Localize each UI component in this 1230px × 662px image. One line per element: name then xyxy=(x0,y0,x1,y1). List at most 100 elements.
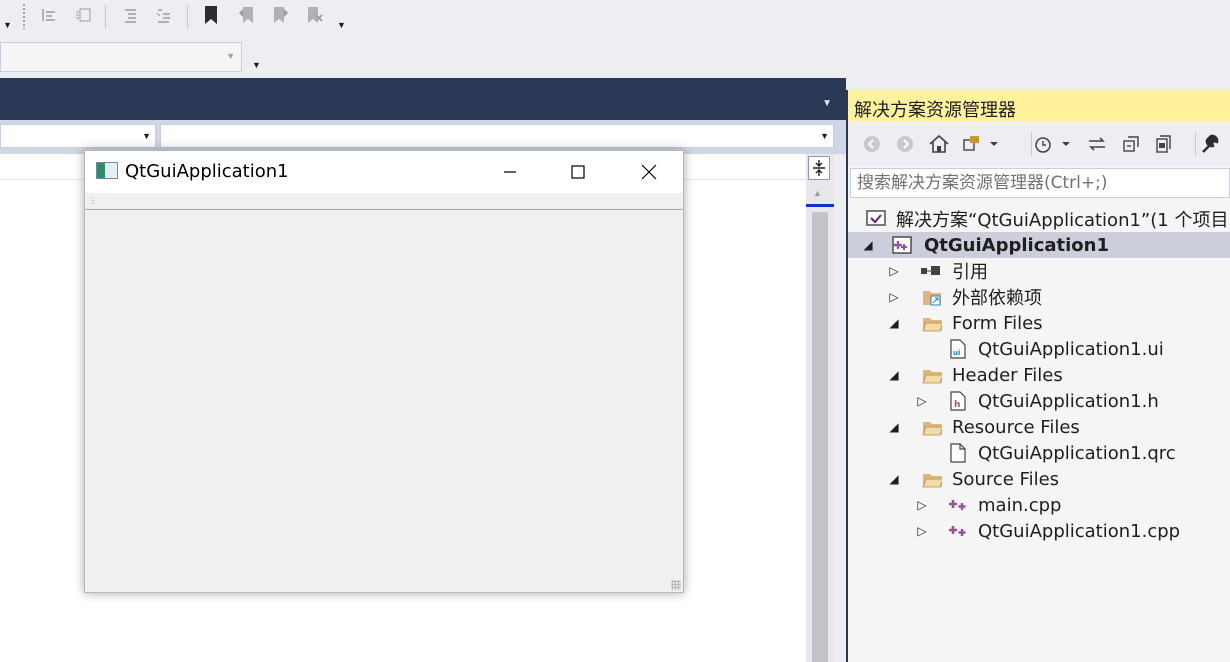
tree-item-label: Source Files xyxy=(952,468,1060,490)
qt-window-titlebar[interactable]: QtGuiApplication1 xyxy=(85,151,683,193)
scroll-up-icon[interactable]: ▲ xyxy=(813,188,822,198)
svg-text:h: h xyxy=(954,400,960,410)
tree-item-label: QtGuiApplication1.ui xyxy=(978,338,1164,360)
collapse-icon[interactable]: ◢ xyxy=(888,316,900,330)
expand-icon[interactable]: ▷ xyxy=(888,290,900,304)
tree-item-label: QtGuiApplication1.h xyxy=(978,390,1159,412)
tree-item-label: QtGuiApplication1.cpp xyxy=(978,520,1181,542)
member-combo[interactable]: ▼ xyxy=(160,124,834,148)
close-button[interactable] xyxy=(617,151,681,193)
header-file-icon: h xyxy=(948,391,968,411)
tree-item-solution[interactable]: 解决方案“QtGuiApplication1”(1 个项目) xyxy=(848,206,1230,232)
tree-item-form-files[interactable]: ◢ Form Files xyxy=(848,310,1230,336)
show-all-files-icon[interactable] xyxy=(1152,132,1176,156)
folder-icon xyxy=(922,366,942,384)
clear-bookmarks-icon[interactable] xyxy=(303,4,325,26)
home-icon[interactable] xyxy=(927,132,951,156)
tree-item-label: main.cpp xyxy=(978,494,1062,516)
editor-navigation-bar: ▼ ▼ xyxy=(0,120,846,154)
scroll-position-marker xyxy=(806,204,834,207)
chevron-down-icon: ▼ xyxy=(226,51,235,61)
chevron-down-icon: ▼ xyxy=(820,131,829,141)
panel-title: 解决方案资源管理器 xyxy=(854,100,1016,121)
folder-icon xyxy=(922,470,942,488)
qt-window-title: QtGuiApplication1 xyxy=(125,161,289,182)
external-deps-icon xyxy=(922,288,942,306)
collapse-icon[interactable]: ◢ xyxy=(888,368,900,382)
tree-item-label: Form Files xyxy=(952,312,1043,334)
tree-item-header-files[interactable]: ◢ Header Files xyxy=(848,362,1230,388)
next-bookmark-icon[interactable] xyxy=(269,4,291,26)
tree-item-references[interactable]: ▷ 引用 xyxy=(848,258,1230,284)
qt-app-window[interactable]: QtGuiApplication1 ⋮ xyxy=(84,150,684,593)
toolbar-handle-icon[interactable]: ⋮ xyxy=(89,196,97,205)
svg-text:ui: ui xyxy=(953,349,960,357)
toolbar-row-1: ▼ ▼ xyxy=(0,0,1230,38)
app-window-icon xyxy=(96,162,118,179)
qt-main-toolbar: ⋮ xyxy=(85,193,683,210)
tree-item-external-dependencies[interactable]: ▷ 外部依赖项 xyxy=(848,284,1230,310)
solution-icon xyxy=(866,210,886,228)
document-tab-well: ▼ xyxy=(0,78,846,120)
collapse-icon[interactable]: ◢ xyxy=(862,238,874,252)
tab-dropdown-icon[interactable]: ▼ xyxy=(822,98,832,109)
size-grip-icon[interactable] xyxy=(671,580,681,590)
back-icon[interactable] xyxy=(860,132,884,156)
scrollbar-thumb[interactable] xyxy=(812,212,828,662)
maximize-button[interactable] xyxy=(546,151,610,193)
tree-item-file[interactable]: ▷ h QtGuiApplication1.h xyxy=(848,388,1230,414)
tree-item-file[interactable]: ui QtGuiApplication1.ui xyxy=(848,336,1230,362)
toolbar-row-2: ▼ ▼ xyxy=(0,38,1230,78)
expand-icon[interactable]: ▷ xyxy=(916,498,928,512)
toolbar-overflow-icon[interactable]: ▼ xyxy=(337,20,347,30)
cpp-file-icon xyxy=(948,496,968,514)
tree-item-label: 外部依赖项 xyxy=(952,288,1042,309)
toolbar-separator xyxy=(105,5,106,29)
indent-icon[interactable] xyxy=(72,4,94,26)
folder-icon xyxy=(922,418,942,436)
tree-item-resource-files[interactable]: ◢ Resource Files xyxy=(848,414,1230,440)
search-input[interactable] xyxy=(851,169,1229,197)
file-icon xyxy=(948,443,968,463)
tree-item-file[interactable]: ▷ main.cpp xyxy=(848,492,1230,518)
forward-icon[interactable] xyxy=(893,132,917,156)
toolbar-overflow-icon[interactable]: ▼ xyxy=(252,60,262,70)
scope-combo[interactable]: ▼ xyxy=(0,124,156,148)
toolbar-separator xyxy=(187,5,188,29)
bookmark-icon[interactable] xyxy=(200,4,222,26)
tree-item-file[interactable]: QtGuiApplication1.qrc xyxy=(848,440,1230,466)
configuration-combo[interactable]: ▼ xyxy=(0,42,242,72)
align-left-icon[interactable] xyxy=(38,4,60,26)
folder-icon xyxy=(922,314,942,332)
tree-item-project[interactable]: ◢ QtGuiApplication1 xyxy=(848,232,1230,258)
pending-changes-filter-icon[interactable] xyxy=(1032,132,1072,156)
solution-explorer-titlebar[interactable]: 解决方案资源管理器 xyxy=(848,90,1230,122)
tree-item-file[interactable]: ▷ QtGuiApplication1.cpp xyxy=(848,518,1230,544)
tree-item-label: QtGuiApplication1.qrc xyxy=(978,442,1176,464)
ui-file-icon: ui xyxy=(948,339,968,359)
collapse-icon[interactable]: ◢ xyxy=(888,420,900,434)
properties-wrench-icon[interactable] xyxy=(1198,132,1222,156)
uncomment-icon[interactable] xyxy=(152,4,174,26)
comment-icon[interactable] xyxy=(119,4,141,26)
collapse-icon[interactable]: ◢ xyxy=(888,472,900,486)
tree-item-source-files[interactable]: ◢ Source Files xyxy=(848,466,1230,492)
expand-icon[interactable]: ▷ xyxy=(916,524,928,538)
toolbar-grip[interactable] xyxy=(22,3,26,29)
tree-item-label: QtGuiApplication1 xyxy=(924,234,1110,256)
collapse-all-icon[interactable] xyxy=(1119,132,1143,156)
editor-vertical-scrollbar[interactable]: ▲ xyxy=(806,154,834,662)
tree-item-label: 引用 xyxy=(952,262,988,283)
split-window-icon[interactable] xyxy=(808,156,830,180)
expand-icon[interactable]: ▷ xyxy=(916,394,928,408)
solution-explorer-search[interactable] xyxy=(850,168,1230,198)
tree-item-label: Header Files xyxy=(952,364,1063,386)
tree-item-label: 解决方案“QtGuiApplication1”(1 个项目) xyxy=(896,210,1230,231)
sync-icon[interactable] xyxy=(1085,132,1109,156)
expand-icon[interactable]: ▷ xyxy=(888,264,900,278)
minimize-button[interactable] xyxy=(478,151,542,193)
prev-bookmark-icon[interactable] xyxy=(236,4,258,26)
switch-views-icon[interactable] xyxy=(961,132,1001,156)
toolbar-overflow-icon[interactable]: ▼ xyxy=(3,20,13,30)
chevron-down-icon: ▼ xyxy=(142,131,151,141)
